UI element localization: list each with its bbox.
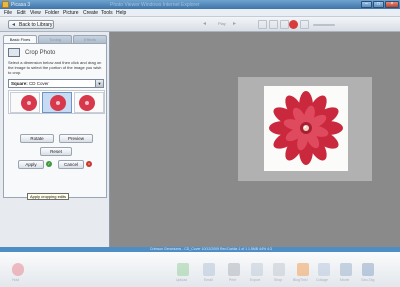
reset-button[interactable]: Reset bbox=[40, 147, 72, 156]
red-dahlia-photo bbox=[269, 91, 343, 165]
rotate-button[interactable]: Rotate bbox=[20, 134, 54, 143]
photo-workspace bbox=[110, 32, 400, 247]
crop-instructions: Select a dimension below and then click … bbox=[8, 60, 102, 75]
menu-view[interactable]: View bbox=[30, 10, 41, 16]
edit-tabs: Basic Fixes Tuning Effects bbox=[3, 35, 107, 43]
crop-thumbnail-1[interactable] bbox=[10, 92, 40, 113]
zoom-slider-icon[interactable] bbox=[313, 24, 335, 26]
photo-frame bbox=[238, 77, 372, 181]
back-to-library-label: Back to Library bbox=[19, 22, 53, 28]
crop-dimension-value: Square: CD Cover bbox=[11, 81, 49, 86]
menu-tools[interactable]: Tools bbox=[101, 10, 113, 16]
shop-icon[interactable] bbox=[273, 263, 285, 276]
crop-title: Crop Photo bbox=[25, 50, 56, 56]
crop-thumbnail-2[interactable] bbox=[42, 92, 72, 113]
menu-picture[interactable]: Picture bbox=[63, 10, 79, 16]
blogthis-icon[interactable] bbox=[297, 263, 309, 276]
apply-tooltip: Apply cropping edits bbox=[27, 193, 70, 200]
tray-label-hold: Hold bbox=[12, 278, 20, 282]
window-title: Picasa 3 bbox=[11, 2, 31, 8]
menu-create[interactable]: Create bbox=[83, 10, 98, 16]
picasa-app-icon bbox=[2, 1, 9, 8]
movie-icon[interactable] bbox=[340, 263, 352, 276]
rotate-left-icon[interactable] bbox=[258, 20, 267, 29]
apply-button[interactable]: Apply bbox=[18, 160, 44, 169]
bottom-tray: Hold Upload Email Print Export Shop Blog… bbox=[0, 252, 400, 287]
geo-tag-icon[interactable] bbox=[362, 263, 374, 276]
next-icon[interactable]: ▸ bbox=[233, 20, 242, 29]
crop-thumbnails bbox=[8, 90, 105, 114]
tray-label-geo-tag: Geo-Tag bbox=[361, 278, 375, 282]
menu-help[interactable]: Help bbox=[116, 10, 126, 16]
toolbar: ◂ Back to Library ◂ Play ▸ bbox=[0, 17, 400, 32]
export-icon[interactable] bbox=[251, 263, 263, 276]
checkmark-icon: ✓ bbox=[46, 161, 52, 167]
hold-icon[interactable] bbox=[12, 263, 24, 276]
red-eye-icon[interactable] bbox=[289, 20, 298, 29]
menu-file[interactable]: File bbox=[4, 10, 12, 16]
window-subtitle: Photo Viewer Windows Internet Explorer bbox=[110, 2, 200, 8]
tab-basic-fixes[interactable]: Basic Fixes bbox=[3, 35, 37, 43]
status-text: Crimson Geraniums - CD_Cover 10/12/2009 … bbox=[150, 247, 272, 251]
email-icon[interactable] bbox=[203, 263, 215, 276]
flower-thumbnail-icon bbox=[21, 95, 37, 111]
menu-bar: File Edit View Folder Picture Create Too… bbox=[0, 9, 400, 17]
filmstrip-icon[interactable] bbox=[300, 20, 309, 29]
maximize-button[interactable]: □ bbox=[373, 1, 384, 8]
tray-label-upload: Upload bbox=[176, 278, 188, 282]
tab-tuning[interactable]: Tuning bbox=[38, 35, 72, 43]
title-bar: Picasa 3 Photo Viewer Windows Internet E… bbox=[0, 0, 400, 9]
play-label[interactable]: Play bbox=[218, 21, 226, 26]
tray-label-shop: Shop bbox=[274, 278, 283, 282]
tray-label-blogthis: BlogThis! bbox=[293, 278, 308, 282]
edit-panel: Basic Fixes Tuning Effects Crop Photo Se… bbox=[0, 32, 110, 247]
back-to-library-button[interactable]: ◂ Back to Library bbox=[8, 20, 54, 29]
crop-dimension-select[interactable]: Square: CD Cover ▼ bbox=[8, 79, 104, 88]
close-button[interactable]: × bbox=[385, 1, 399, 8]
cancel-button[interactable]: Cancel bbox=[58, 160, 84, 169]
collage-icon[interactable] bbox=[318, 263, 330, 276]
back-arrow-icon: ◂ bbox=[12, 22, 16, 28]
rotate-right-icon[interactable] bbox=[269, 20, 278, 29]
print-icon[interactable] bbox=[228, 263, 240, 276]
photo-canvas[interactable] bbox=[264, 86, 348, 171]
star-icon[interactable] bbox=[280, 20, 289, 29]
upload-icon[interactable] bbox=[177, 263, 189, 276]
tray-label-collage: Collage bbox=[316, 278, 328, 282]
cancel-icon: × bbox=[86, 161, 92, 167]
tray-label-email: Email bbox=[204, 278, 213, 282]
flower-thumbnail-icon bbox=[79, 95, 95, 111]
crop-thumbnail-3[interactable] bbox=[74, 92, 104, 113]
tray-label-export: Export bbox=[250, 278, 261, 282]
crop-panel: Crop Photo Select a dimension below and … bbox=[3, 43, 107, 198]
menu-edit[interactable]: Edit bbox=[17, 10, 26, 16]
tray-label-movie: Movie bbox=[340, 278, 350, 282]
previous-icon[interactable]: ◂ bbox=[203, 20, 212, 29]
tab-effects[interactable]: Effects bbox=[73, 35, 107, 43]
minimize-button[interactable]: – bbox=[361, 1, 372, 8]
tray-label-print: Print bbox=[229, 278, 237, 282]
preview-button[interactable]: Preview bbox=[59, 134, 93, 143]
flower-thumbnail-icon bbox=[50, 95, 66, 111]
menu-folder[interactable]: Folder bbox=[45, 10, 59, 16]
crop-icon bbox=[8, 48, 20, 57]
chevron-down-icon[interactable]: ▼ bbox=[95, 80, 103, 87]
